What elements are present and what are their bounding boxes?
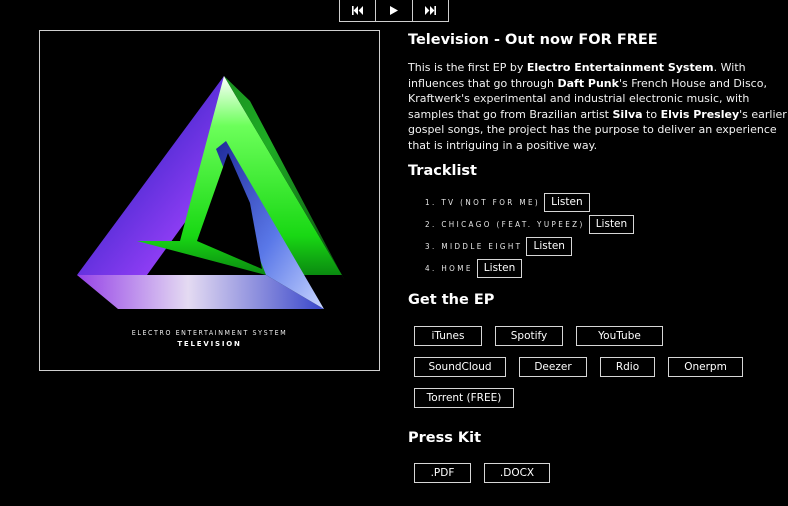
album-description: This is the first EP by Electro Entertai… bbox=[408, 60, 787, 153]
track-name: 4. HOME bbox=[425, 263, 473, 273]
previous-button[interactable] bbox=[340, 0, 377, 21]
desc-text: 's earlier bbox=[739, 107, 787, 121]
tracklist-heading: Tracklist bbox=[408, 163, 477, 179]
next-track-icon bbox=[425, 6, 437, 15]
album-info: Television - Out now FOR FREE This is th… bbox=[408, 31, 787, 483]
influence-elvis-presley: Elvis Presley bbox=[660, 107, 740, 121]
influence-daft-punk: Daft Punk bbox=[557, 76, 619, 90]
desc-text: influences that go through bbox=[408, 76, 558, 90]
listen-button[interactable]: Listen bbox=[526, 236, 572, 256]
rdio-button[interactable]: Rdio bbox=[600, 357, 655, 377]
docx-download-button[interactable]: .DOCX bbox=[484, 463, 550, 483]
influence-silva: Silva bbox=[612, 107, 643, 121]
track-name: 3. MIDDLE EIGHT bbox=[425, 241, 523, 251]
store-row: SoundCloud Deezer Rdio Onerpm bbox=[414, 357, 754, 377]
deezer-button[interactable]: Deezer bbox=[519, 357, 587, 377]
desc-text: gospel songs, the project has the purpos… bbox=[408, 123, 777, 136]
album-title: Television - Out now FOR FREE bbox=[408, 32, 658, 48]
desc-text: 's French House and Disco, bbox=[618, 76, 767, 90]
cover-album-title: TELEVISION bbox=[177, 340, 242, 348]
cover-artist-name: ELECTRO ENTERTAINMENT SYSTEM bbox=[131, 329, 288, 337]
album-cover: ELECTRO ENTERTAINMENT SYSTEM TELEVISION bbox=[39, 30, 380, 371]
desc-text: that is intriguing in a positive way. bbox=[408, 138, 598, 152]
track-name: 1. TV (NOT FOR ME) bbox=[425, 197, 541, 207]
onerpm-button[interactable]: Onerpm bbox=[668, 357, 743, 377]
next-button[interactable] bbox=[413, 0, 448, 21]
press-kit-links: .PDF .DOCX bbox=[414, 463, 550, 483]
listen-button[interactable]: Listen bbox=[476, 258, 523, 278]
player-controls bbox=[339, 0, 449, 22]
get-ep-heading: Get the EP bbox=[408, 292, 495, 308]
track-name: 2. CHICAGO (FEAT. YUPEEZ) bbox=[425, 219, 585, 229]
impossible-triangle-artwork bbox=[77, 76, 345, 309]
track-item: 4. HOME Listen bbox=[425, 257, 634, 279]
itunes-button[interactable]: iTunes bbox=[414, 326, 482, 346]
store-links: iTunes Spotify YouTube SoundCloud Deezer… bbox=[414, 326, 754, 419]
soundcloud-button[interactable]: SoundCloud bbox=[414, 357, 506, 377]
desc-text: Kraftwerk's experimental and industrial … bbox=[408, 92, 750, 105]
track-item: 2. CHICAGO (FEAT. YUPEEZ) Listen bbox=[425, 213, 635, 235]
track-item: 1. TV (NOT FOR ME) Listen bbox=[425, 191, 634, 213]
press-kit-heading: Press Kit bbox=[408, 430, 482, 446]
previous-track-icon bbox=[351, 6, 363, 15]
tracklist: 1. TV (NOT FOR ME) Listen 2. CHICAGO (FE… bbox=[425, 191, 635, 279]
pdf-download-button[interactable]: .PDF bbox=[414, 463, 471, 483]
artist-link: Electro Entertainment System bbox=[526, 61, 714, 74]
track-item: 3. MIDDLE EIGHT Listen bbox=[425, 235, 634, 257]
store-row: Torrent (FREE) bbox=[414, 388, 754, 408]
play-icon bbox=[389, 6, 398, 15]
listen-button[interactable]: Listen bbox=[544, 192, 590, 212]
listen-button[interactable]: Listen bbox=[588, 214, 635, 234]
youtube-button[interactable]: YouTube bbox=[576, 326, 663, 346]
desc-text: samples that go from Brazilian artist bbox=[408, 107, 613, 121]
desc-text: . With bbox=[713, 61, 746, 74]
torrent-button[interactable]: Torrent (FREE) bbox=[414, 388, 514, 408]
spotify-button[interactable]: Spotify bbox=[495, 326, 563, 346]
desc-text: to bbox=[642, 107, 661, 121]
play-button[interactable] bbox=[376, 0, 413, 21]
desc-text: This is the first EP by bbox=[408, 61, 527, 74]
store-row: iTunes Spotify YouTube bbox=[414, 326, 754, 346]
